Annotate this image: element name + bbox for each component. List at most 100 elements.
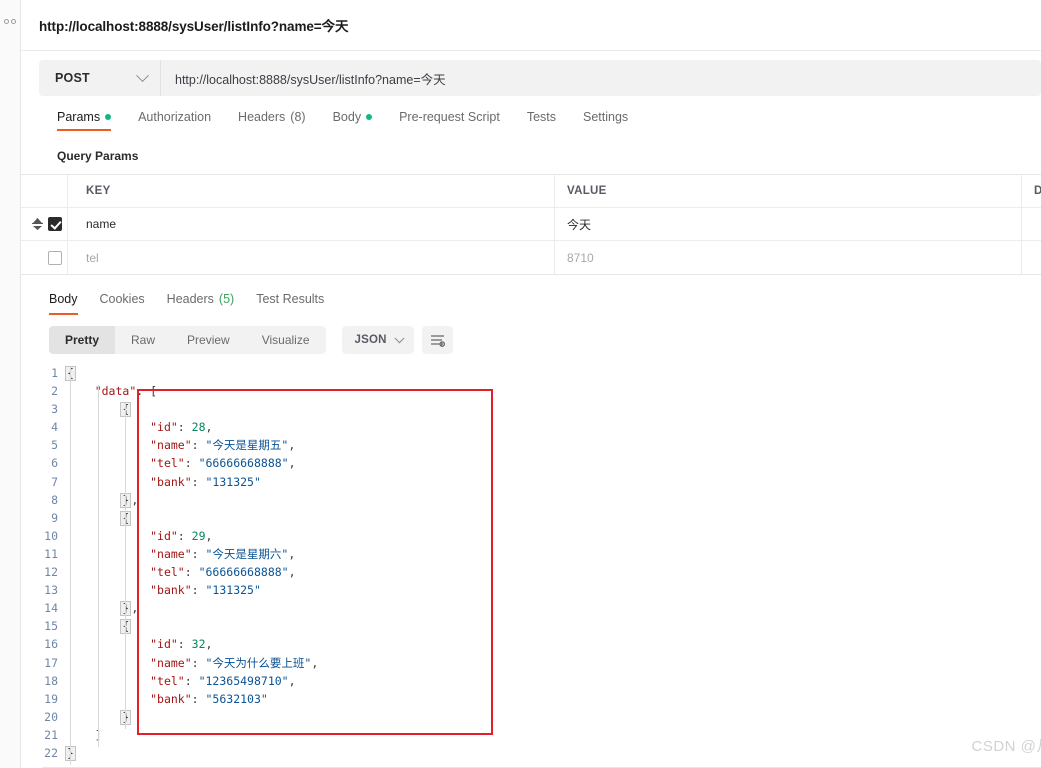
param-description-cell[interactable] [1022, 208, 1041, 240]
chevron-down-icon [136, 68, 149, 82]
view-visualize[interactable]: Visualize [246, 326, 326, 354]
response-body-viewer[interactable]: 12345678910111213141516171819202122 { "d… [21, 364, 1041, 768]
http-method-label: POST [55, 71, 90, 85]
header-value-cell: VALUE [555, 175, 1022, 207]
code-token: "id" [150, 420, 178, 435]
code-line: "data": [ [67, 382, 1041, 400]
json-code: { "data": [ { "id": 28, "name": "今天是星期五"… [65, 364, 1041, 766]
code-token: , [288, 565, 296, 580]
line-number: 7 [51, 474, 58, 489]
response-tab-cookies[interactable]: Cookies [100, 289, 145, 315]
code-line: "tel": "66666668888", [67, 563, 1041, 581]
code-token: "今天是星期六" [205, 546, 289, 561]
table-row[interactable]: tel 8710 [21, 241, 1041, 274]
tab-headers[interactable]: Headers (8) [238, 110, 306, 131]
url-input-value: http://localhost:8888/sysUser/listInfo?n… [175, 72, 446, 87]
param-value-cell[interactable]: 今天 [555, 208, 1022, 240]
query-params-table: KEY VALUE DESCRIPTION name 今天 tel 8710 [21, 174, 1041, 275]
column-header-description: DESCRIPTION [1034, 185, 1041, 197]
code-token: , [288, 438, 296, 453]
code-token: "bank" [150, 583, 192, 598]
code-line: ] [67, 726, 1041, 744]
code-token: : [184, 673, 199, 688]
url-input[interactable]: http://localhost:8888/sysUser/listInfo?n… [161, 60, 1041, 96]
line-number: 6 [51, 456, 58, 471]
line-number: 19 [44, 691, 58, 706]
code-token: , [205, 637, 213, 652]
modified-dot-icon [105, 114, 112, 120]
code-token: , [131, 601, 139, 616]
line-number: 18 [44, 673, 58, 688]
code-line: "tel": "66666668888", [67, 454, 1041, 472]
code-token: : [191, 438, 206, 453]
code-line: }, [67, 599, 1041, 617]
param-value-cell[interactable]: 8710 [555, 241, 1022, 274]
tab-count: (8) [290, 110, 306, 124]
tab-label: Tests [526, 110, 556, 124]
line-number: 10 [44, 528, 58, 543]
response-tabs: Body Cookies Headers (5) Test Results [49, 289, 1041, 315]
view-pretty[interactable]: Pretty [49, 326, 116, 354]
line-number: 16 [44, 637, 58, 652]
code-token: "131325" [205, 583, 261, 598]
line-number: 3 [51, 402, 58, 417]
response-tab-test-results[interactable]: Test Results [256, 289, 324, 315]
code-line: "name": "今天为什么要上班", [67, 654, 1041, 672]
code-line: { [65, 364, 1041, 382]
tab-settings[interactable]: Settings [583, 110, 628, 131]
code-line: "bank": "5632103" [67, 690, 1041, 708]
code-token: "name" [150, 655, 192, 670]
code-line: { [67, 509, 1041, 527]
code-line: "name": "今天是星期六", [67, 545, 1041, 563]
code-token: "66666668888" [198, 456, 289, 471]
code-token: "tel" [150, 565, 185, 580]
line-number: 20 [44, 709, 58, 724]
table-header-row: KEY VALUE DESCRIPTION [21, 175, 1041, 208]
row-checkbox[interactable] [48, 217, 62, 231]
request-tabs: Params Authorization Headers (8) Body Pre-req… [57, 110, 1041, 137]
left-rail [0, 0, 21, 768]
response-tab-headers[interactable]: Headers (5) [167, 289, 235, 315]
param-key-cell[interactable]: tel [68, 241, 555, 274]
response-format-select[interactable]: JSON [341, 326, 414, 354]
http-method-select[interactable]: POST [39, 60, 161, 96]
response-tab-body[interactable]: Body [49, 289, 78, 315]
code-token: : [136, 384, 151, 399]
response-format-label: JSON [354, 334, 387, 346]
tab-authorization[interactable]: Authorization [138, 110, 211, 131]
code-token: "data" [94, 384, 137, 399]
code-token: "tel" [150, 456, 185, 471]
double-circle-icon[interactable] [4, 16, 18, 26]
code-token: 29 [191, 528, 206, 543]
text-wrap-icon[interactable] [421, 326, 453, 354]
code-token: , [205, 420, 213, 435]
code-token: "66666668888" [198, 565, 289, 580]
view-raw[interactable]: Raw [115, 326, 171, 354]
tab-body[interactable]: Body [333, 110, 373, 131]
url-bar: POST http://localhost:8888/sysUser/listI… [39, 60, 1041, 96]
response-toolbar: Pretty Raw Preview Visualize JSON [49, 326, 1041, 354]
tab-label: Authorization [138, 110, 212, 124]
tab-params[interactable]: Params [57, 110, 112, 131]
code-token: "tel" [150, 673, 185, 688]
drag-handle-icon[interactable] [32, 218, 43, 230]
tab-pre-request-script[interactable]: Pre-request Script [399, 110, 500, 131]
indent-guide [70, 367, 71, 766]
view-preview[interactable]: Preview [171, 326, 246, 354]
postman-window: http://localhost:8888/sysUser/listInfo?n… [0, 0, 1041, 768]
code-token: [ [150, 384, 158, 399]
code-token: : [191, 583, 206, 598]
code-token: , [288, 546, 296, 561]
table-row[interactable]: name 今天 [21, 208, 1041, 241]
column-header-key: KEY [86, 185, 111, 197]
line-number: 11 [44, 546, 58, 561]
code-line: { [67, 400, 1041, 418]
param-description-cell[interactable] [1022, 241, 1041, 274]
line-number: 17 [44, 655, 58, 670]
row-checkbox[interactable] [48, 250, 62, 265]
tab-tests[interactable]: Tests [527, 110, 556, 131]
code-token: : [191, 546, 206, 561]
param-key-cell[interactable]: name [68, 208, 555, 240]
code-token: "name" [150, 546, 192, 561]
line-number: 2 [51, 384, 58, 399]
